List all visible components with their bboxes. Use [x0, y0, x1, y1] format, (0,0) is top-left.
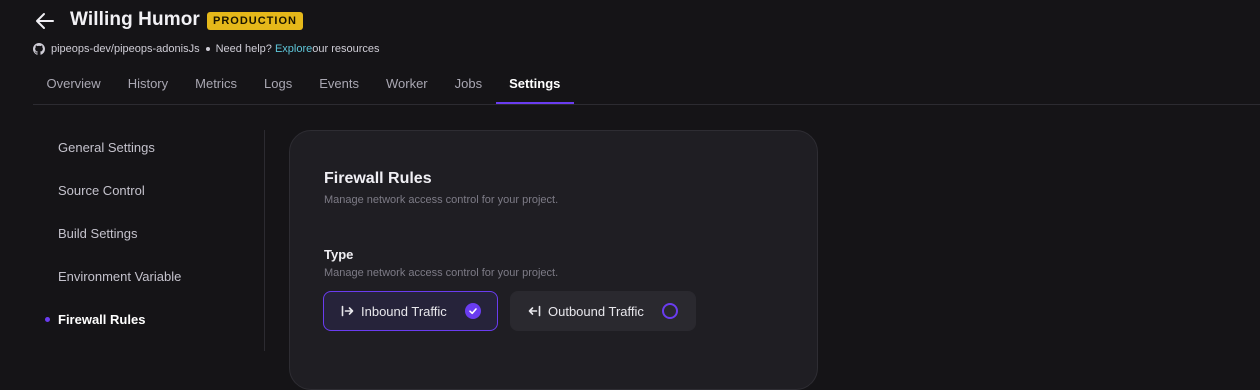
- type-label: Type: [324, 247, 354, 262]
- type-subtitle: Manage network access control for your p…: [324, 267, 559, 279]
- separator-dot: [205, 47, 210, 51]
- header-divider: [33, 104, 1260, 105]
- card-subtitle: Manage network access control for your p…: [324, 194, 559, 206]
- sidebar-item-environment-variable[interactable]: Environment Variable: [58, 269, 181, 284]
- help-suffix: our resources: [312, 43, 380, 55]
- card-title: Firewall Rules: [324, 170, 432, 187]
- inbound-traffic-label: Inbound Traffic: [361, 303, 447, 319]
- tab-overview[interactable]: Overview: [33, 62, 114, 104]
- tab-metrics[interactable]: Metrics: [182, 62, 251, 104]
- repo-link[interactable]: pipeops-dev/pipeops-adonisJs: [51, 43, 200, 55]
- radio-unselected-icon: [662, 303, 678, 319]
- sidebar-item-source-control[interactable]: Source Control: [58, 183, 145, 198]
- environment-badge: PRODUCTION: [207, 12, 303, 30]
- sidebar-divider: [264, 130, 265, 351]
- project-title: Willing Humor: [70, 9, 200, 30]
- sidebar-item-firewall-rules[interactable]: Firewall Rules: [58, 312, 145, 327]
- outbound-traffic-option[interactable]: Outbound Traffic: [510, 291, 696, 331]
- explore-link[interactable]: Explore: [275, 43, 312, 55]
- project-meta: pipeops-dev/pipeops-adonisJs Need help? …: [33, 42, 380, 56]
- sidebar-item-general-settings[interactable]: General Settings: [58, 140, 155, 155]
- github-icon: [33, 43, 45, 55]
- page-header: Willing Humor PRODUCTION pipeops-dev/pip…: [0, 0, 1260, 105]
- outbound-arrow-icon: [528, 305, 541, 317]
- firewall-rules-card: Firewall Rules Manage network access con…: [289, 130, 818, 390]
- active-indicator: [45, 317, 50, 322]
- tab-settings[interactable]: Settings: [495, 62, 575, 104]
- tab-jobs[interactable]: Jobs: [441, 62, 495, 104]
- tab-bar: Overview History Metrics Logs Events Wor…: [33, 62, 575, 104]
- tab-history[interactable]: History: [114, 62, 181, 104]
- tab-events[interactable]: Events: [306, 62, 373, 104]
- back-arrow-icon[interactable]: [34, 10, 56, 32]
- tab-logs[interactable]: Logs: [251, 62, 306, 104]
- help-text: Need help?: [215, 43, 272, 55]
- tab-worker[interactable]: Worker: [372, 62, 441, 104]
- outbound-traffic-label: Outbound Traffic: [548, 303, 644, 319]
- inbound-arrow-icon: [341, 305, 354, 317]
- inbound-traffic-option[interactable]: Inbound Traffic: [323, 291, 498, 331]
- check-icon: [465, 303, 481, 319]
- sidebar-item-build-settings[interactable]: Build Settings: [58, 226, 138, 241]
